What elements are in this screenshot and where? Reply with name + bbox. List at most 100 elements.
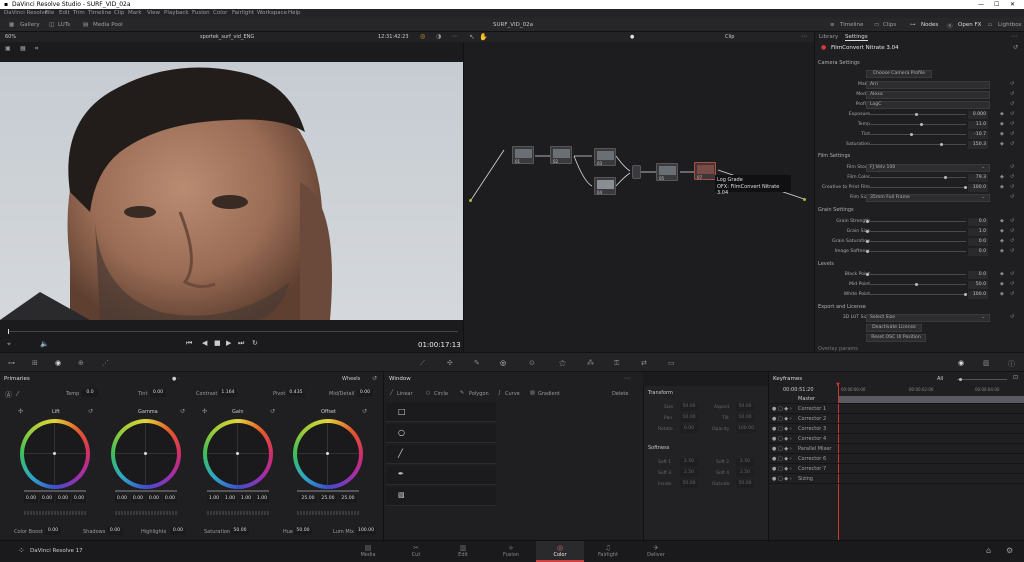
grain-sat-slider[interactable] <box>866 240 966 243</box>
rotate-input[interactable]: 0.00 <box>680 425 698 433</box>
stop-icon[interactable]: ■ <box>214 339 221 347</box>
offset-b[interactable]: 25.00 <box>339 495 357 503</box>
color-wheels-icon[interactable]: ◉ <box>55 359 61 367</box>
scopes-icon[interactable]: ▥ <box>983 359 990 367</box>
saturation-value[interactable]: 150.3 <box>968 141 988 149</box>
menu-timeline[interactable]: Timeline <box>88 10 111 16</box>
grain-strength-keyframe-icon[interactable]: ◆ <box>1000 218 1004 224</box>
lift-reset-icon[interactable]: ↺ <box>88 408 93 415</box>
lightbox-button[interactable]: Lightbox <box>998 22 1022 28</box>
tracker-icon[interactable]: ⊙ <box>529 359 535 367</box>
source-input-dot[interactable] <box>469 199 472 202</box>
contrast-input[interactable]: 1.164 <box>219 389 237 397</box>
menu-file[interactable]: File <box>45 10 54 16</box>
highlight-icon[interactable]: ◎ <box>420 33 425 40</box>
menu-trim[interactable]: Trim <box>73 10 85 16</box>
node-more-icon[interactable]: ⋯ <box>801 33 807 40</box>
gain-picker-icon[interactable]: ✣ <box>202 408 207 415</box>
offset-master-bar[interactable] <box>297 490 359 492</box>
add-gradient-button[interactable]: Gradient <box>538 391 560 397</box>
magic-mask-icon[interactable]: ⚝ <box>559 359 566 368</box>
gamma-b[interactable]: 0.00 <box>163 495 177 503</box>
keyframes-zoom-slider[interactable] <box>957 378 1007 381</box>
kf-row-corrector-4[interactable]: ● ▢ ◆ › Corrector 4 <box>768 434 1024 444</box>
zoom-select[interactable]: 60% <box>5 34 16 40</box>
soft2-input[interactable]: 2.50 <box>736 458 754 466</box>
auto-balance-icon[interactable]: Ⓐ <box>5 390 12 400</box>
add-curve-button[interactable]: Curve <box>505 391 520 397</box>
key-icon[interactable]: ⚿ <box>614 359 619 368</box>
gallery-button[interactable]: Gallery <box>20 22 40 28</box>
tint-reset-icon[interactable]: ↺ <box>1010 131 1014 137</box>
gain-jog-wheel[interactable] <box>207 511 269 515</box>
node-04[interactable]: 04 <box>594 177 616 195</box>
grain-size-value[interactable]: 1.0 <box>968 228 988 236</box>
kf-row-sizing[interactable]: ● ▢ ◆ › Sizing <box>768 474 1024 484</box>
outside-input[interactable]: 50.00 <box>736 480 754 488</box>
profile-field[interactable]: LogC <box>866 101 990 109</box>
saturation-keyframe-icon[interactable]: ◆ <box>1000 141 1004 147</box>
offset-r[interactable]: 25.00 <box>299 495 317 503</box>
grain-size-reset-icon[interactable]: ↺ <box>1010 228 1014 234</box>
film-stock-reset-icon[interactable]: ↺ <box>1010 164 1014 170</box>
window-tool-icon[interactable]: ◎ <box>500 359 506 367</box>
soft4-input[interactable]: 2.50 <box>736 469 754 477</box>
viewer-image[interactable] <box>0 62 463 320</box>
grain-strength-reset-icon[interactable]: ↺ <box>1010 218 1014 224</box>
menu-help[interactable]: Help <box>288 10 301 16</box>
gamma-jog-wheel[interactable] <box>115 511 177 515</box>
choose-camera-profile-button[interactable]: Choose Camera Profile <box>866 70 932 78</box>
keyframes-filter[interactable]: All <box>937 376 943 382</box>
grain-sat-keyframe-icon[interactable]: ◆ <box>1000 238 1004 244</box>
menu-playback[interactable]: Playback <box>164 10 189 16</box>
go-to-start-icon[interactable]: ⏮ <box>186 339 192 348</box>
node-05[interactable]: 05 <box>656 163 678 181</box>
page-deliver[interactable]: ✈ Deliver <box>636 541 676 562</box>
nav-icon[interactable]: ⌖ <box>7 340 11 349</box>
model-reset-icon[interactable]: ↺ <box>1010 91 1014 97</box>
saturation-input[interactable]: 50.00 <box>231 527 249 535</box>
gain-wheel[interactable] <box>203 419 273 489</box>
highlights-input[interactable]: 0.00 <box>170 527 186 535</box>
tint-slider[interactable] <box>866 133 966 136</box>
grid-icon[interactable]: ▦ <box>20 45 26 52</box>
kf-row-corrector-1[interactable]: ● ▢ ◆ › Corrector 1 <box>768 404 1024 414</box>
film-color-slider[interactable] <box>866 176 966 179</box>
menu-edit[interactable]: Edit <box>59 10 70 16</box>
home-icon[interactable]: ⌂ <box>986 546 991 555</box>
scrubber-track[interactable] <box>8 331 458 332</box>
lift-wheel[interactable] <box>20 419 90 489</box>
shadows-input[interactable]: 0.00 <box>107 527 123 535</box>
temp-reset-icon[interactable]: ↺ <box>1010 121 1014 127</box>
settings-gear-icon[interactable]: ⚙ <box>1006 546 1013 555</box>
gain-reset-icon[interactable]: ↺ <box>270 408 275 415</box>
pivot-input[interactable]: 0.435 <box>287 389 305 397</box>
offset-wheel[interactable] <box>293 419 363 489</box>
lift-g[interactable]: 0.00 <box>56 495 70 503</box>
plugin-enable-icon[interactable]: ● <box>821 44 826 51</box>
image-soft-value[interactable]: 0.0 <box>968 248 988 256</box>
grain-size-keyframe-icon[interactable]: ◆ <box>1000 228 1004 234</box>
grain-strength-slider[interactable] <box>866 220 966 223</box>
film-stock-select[interactable]: FJ Velv 100 <box>866 164 990 172</box>
size-input[interactable]: 50.00 <box>680 403 698 411</box>
deactivate-license-button[interactable]: Deactivate License <box>866 324 922 332</box>
profile-reset-icon[interactable]: ↺ <box>1010 101 1014 107</box>
exposure-keyframe-icon[interactable]: ◆ <box>1000 111 1004 117</box>
play-icon[interactable]: ▶ <box>226 339 231 347</box>
saturation-reset-icon[interactable]: ↺ <box>1010 141 1014 147</box>
grain-size-slider[interactable] <box>866 230 966 233</box>
color-boost-input[interactable]: 0.00 <box>45 527 61 535</box>
mid-point-value[interactable]: 50.0 <box>968 281 988 289</box>
temp-value[interactable]: 11.0 <box>968 121 988 129</box>
node-03[interactable]: 03 <box>594 148 616 166</box>
film-color-value[interactable]: 79.3 <box>968 174 988 182</box>
make-field[interactable]: Arri <box>866 81 990 89</box>
film-color-reset-icon[interactable]: ↺ <box>1010 174 1014 180</box>
offset-g[interactable]: 25.00 <box>319 495 337 503</box>
bypass-icon[interactable]: ◑ <box>436 33 441 40</box>
creative-value[interactable]: 100.0 <box>968 184 988 192</box>
kf-row-master[interactable]: Master <box>768 394 1024 404</box>
gain-y[interactable]: 1.00 <box>207 495 221 503</box>
add-circle-button[interactable]: Circle <box>434 391 448 397</box>
